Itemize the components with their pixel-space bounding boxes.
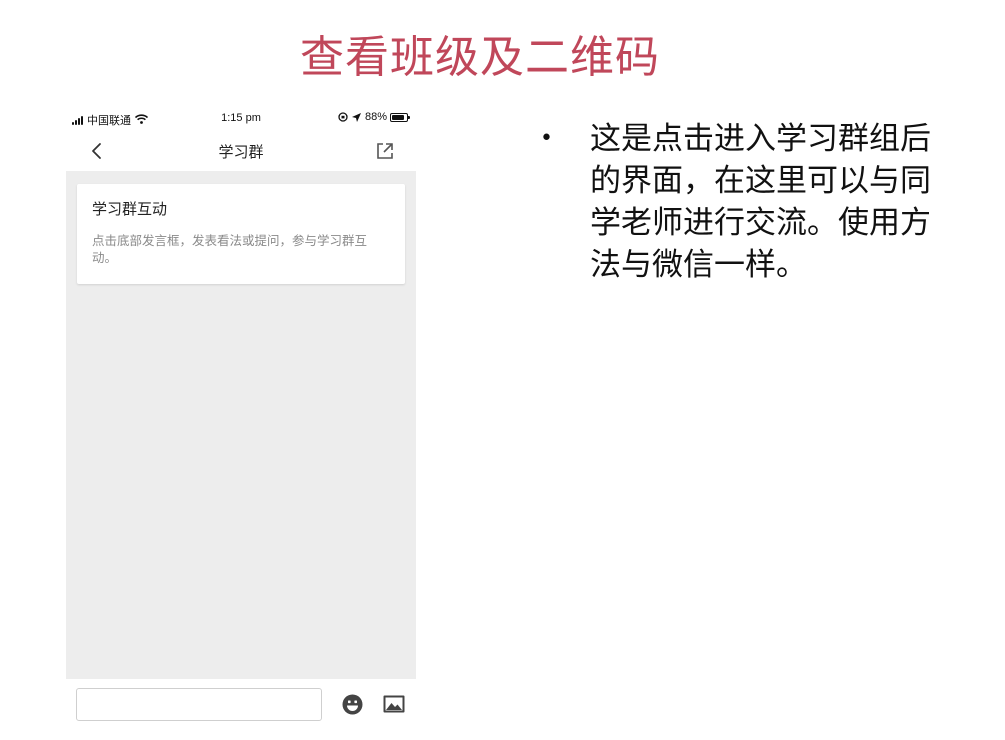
share-button[interactable] [374, 140, 396, 162]
intro-card-text: 点击底部发言框，发表看法或提问，参与学习群互动。 [92, 233, 368, 265]
rotation-lock-icon [338, 112, 348, 122]
input-bar [66, 679, 416, 740]
share-external-icon [377, 143, 393, 159]
status-right: 88% [338, 111, 410, 123]
chat-area[interactable]: 学习群互动 点击底部发言框，发表看法或提问，参与学习群互动。 [66, 171, 416, 679]
bullet-text: 这是点击进入学习群组后的界面，在这里可以与同学老师进行交流。使用方法与微信一样。 [590, 121, 931, 283]
slide-title: 查看班级及二维码 [300, 32, 660, 83]
image-icon [383, 695, 405, 713]
battery-fill [392, 114, 405, 120]
battery-percent: 88% [364, 111, 387, 123]
intro-card-title: 学习群互动 [92, 200, 168, 218]
location-arrow-icon [351, 112, 361, 122]
status-bar: 中国联通 1:15 pm 88% [66, 105, 416, 131]
message-input[interactable] [76, 688, 322, 721]
bullet-dot: • [540, 126, 553, 151]
emoji-icon [342, 694, 362, 714]
image-button[interactable] [382, 693, 406, 715]
intro-card: 学习群互动 点击底部发言框，发表看法或提问，参与学习群互动。 [77, 184, 405, 284]
emoji-button[interactable] [341, 693, 363, 715]
nav-title: 学习群 [218, 143, 264, 161]
nav-bar: 学习群 [66, 131, 416, 171]
phone-screenshot: 中国联通 1:15 pm 88% 学习群 学习群互动 点击底部发言框，发表看法或… [66, 105, 416, 740]
battery-icon [390, 112, 410, 122]
